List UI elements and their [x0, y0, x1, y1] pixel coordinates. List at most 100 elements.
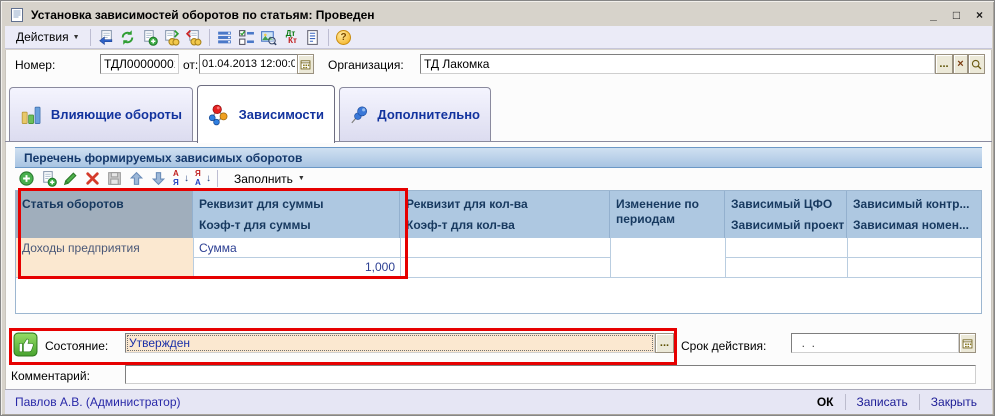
organization-input[interactable]: [420, 54, 935, 74]
document-icon: [9, 7, 25, 23]
post-icon: [163, 29, 180, 46]
sort-descending-button[interactable]: Я А ↓: [191, 169, 213, 188]
close-form-button[interactable]: Закрыть: [920, 394, 988, 411]
table-toolbar: А Я ↓ Я А ↓ Заполнить ▼: [15, 168, 312, 189]
add-row-button[interactable]: [15, 169, 37, 188]
ok-button[interactable]: ОК: [806, 394, 845, 411]
status-bar: Павлов А.В. (Администратор) ОК Записать …: [5, 389, 992, 414]
status-buttons: ОК Записать Закрыть: [806, 390, 988, 414]
number-label: Номер:: [15, 58, 55, 72]
unpost-icon: [185, 29, 202, 46]
grid-line: [16, 277, 981, 278]
tab-additional[interactable]: Дополнительно: [339, 87, 491, 141]
preview-button[interactable]: [258, 27, 280, 47]
cell-sum-coef[interactable]: 1,000: [199, 260, 395, 274]
checklist-button[interactable]: [236, 27, 258, 47]
state-status-button[interactable]: [12, 331, 38, 357]
toolbar-separator: [90, 29, 91, 46]
image-preview-icon: [260, 29, 277, 46]
organization-open-button[interactable]: [968, 54, 985, 74]
column-header-dependent-cfo[interactable]: Зависимый ЦФО Зависимый проект: [725, 191, 847, 238]
grid-line: [725, 257, 847, 258]
comment-label: Комментарий:: [11, 369, 90, 383]
fill-label: Заполнить: [234, 172, 293, 186]
tab-label: Влияющие обороты: [51, 107, 182, 122]
refresh-icon: [119, 29, 136, 46]
validity-calendar-button[interactable]: [959, 333, 976, 353]
refresh-button[interactable]: [117, 27, 139, 47]
column-header-dependent-contractor[interactable]: Зависимый контр... Зависимая номен...: [847, 191, 981, 238]
move-up-button[interactable]: [125, 169, 147, 188]
date-label: от:: [183, 58, 198, 72]
pushpin-icon: [350, 99, 369, 131]
structure-button[interactable]: [214, 27, 236, 47]
minimize-button[interactable]: _: [926, 7, 941, 22]
tab-dependencies[interactable]: Зависимости: [197, 85, 335, 143]
organization-clear-button[interactable]: ×: [953, 54, 968, 74]
dtkt-icon: Дт Кт: [284, 30, 297, 44]
sort-descending-icon: Я А ↓: [194, 171, 210, 187]
tab-panel-border: [5, 141, 992, 142]
date-input[interactable]: [199, 54, 298, 74]
state-input[interactable]: [125, 333, 655, 353]
actions-menu-button[interactable]: Действия ▼: [10, 28, 86, 47]
actions-label: Действия: [16, 30, 69, 44]
sort-arrow: ↓: [206, 173, 211, 185]
column-title: Реквизит для суммы: [199, 197, 323, 211]
toolbar-separator: [209, 29, 210, 46]
dtkt-button[interactable]: Дт Кт: [280, 27, 302, 47]
organization-select-button[interactable]: ...: [935, 54, 953, 74]
validity-input[interactable]: [791, 333, 959, 353]
copy-row-icon: [40, 170, 57, 187]
tab-influencing-turnovers[interactable]: Влияющие обороты: [9, 87, 193, 141]
number-input[interactable]: [100, 54, 179, 74]
state-select-button[interactable]: ...: [655, 333, 674, 353]
cell-article[interactable]: Доходы предприятия: [16, 238, 193, 277]
section-title: Перечень формируемых зависимых оборотов: [24, 151, 302, 165]
post-button[interactable]: [161, 27, 183, 47]
column-title: Коэф-т для кол-ва: [406, 218, 515, 232]
column-header-article[interactable]: Статья оборотов: [16, 191, 193, 238]
report-button[interactable]: [302, 27, 324, 47]
thumbs-up-icon: [13, 332, 38, 357]
comment-input[interactable]: [125, 365, 976, 384]
write-button[interactable]: Записать: [846, 394, 919, 411]
column-header-qty-requisite[interactable]: Реквизит для кол-ва Коэф-т для кол-ва: [400, 191, 610, 238]
grid-line: [610, 238, 611, 277]
add-icon: [18, 170, 35, 187]
column-header-sum-requisite[interactable]: Реквизит для суммы Коэф-т для суммы: [193, 191, 400, 238]
delete-row-button[interactable]: [81, 169, 103, 188]
grid-line: [193, 257, 400, 258]
main-toolbar: Действия ▼: [5, 26, 992, 49]
edit-row-button[interactable]: [59, 169, 81, 188]
date-calendar-button[interactable]: [297, 54, 314, 74]
sort-letter-bottom: Я: [173, 179, 179, 187]
arrow-down-icon: [150, 170, 167, 187]
calendar-icon: [961, 337, 974, 350]
copy-button[interactable]: [139, 27, 161, 47]
grid-line: [400, 257, 610, 258]
sort-ascending-icon: А Я ↓: [172, 171, 188, 187]
calendar-icon: [299, 58, 312, 71]
copy-row-button[interactable]: [37, 169, 59, 188]
arrow-up-icon: [128, 170, 145, 187]
dropdown-arrow-icon: ▼: [298, 175, 305, 182]
move-down-button[interactable]: [147, 169, 169, 188]
document-window: Установка зависимостей оборотов по стать…: [0, 0, 995, 416]
toolbar-separator: [217, 170, 218, 187]
structure-list-icon: [216, 29, 233, 46]
status-user: Павлов А.В. (Администратор): [15, 395, 181, 409]
save-button[interactable]: [95, 27, 117, 47]
end-edit-button[interactable]: [103, 169, 125, 188]
column-header-period-change[interactable]: Изменение по периодам: [610, 191, 725, 238]
maximize-button[interactable]: □: [949, 7, 964, 22]
fill-menu-button[interactable]: Заполнить ▼: [227, 169, 312, 188]
help-button[interactable]: ?: [333, 27, 355, 47]
dropdown-arrow-icon: ▼: [73, 34, 80, 41]
unpost-button[interactable]: [183, 27, 205, 47]
column-title: Зависимая номен...: [853, 218, 969, 232]
close-button[interactable]: ×: [972, 7, 987, 22]
sort-ascending-button[interactable]: А Я ↓: [169, 169, 191, 188]
cell-sum-requisite[interactable]: Сумма: [199, 241, 395, 255]
sort-letter-top: А: [173, 170, 179, 178]
